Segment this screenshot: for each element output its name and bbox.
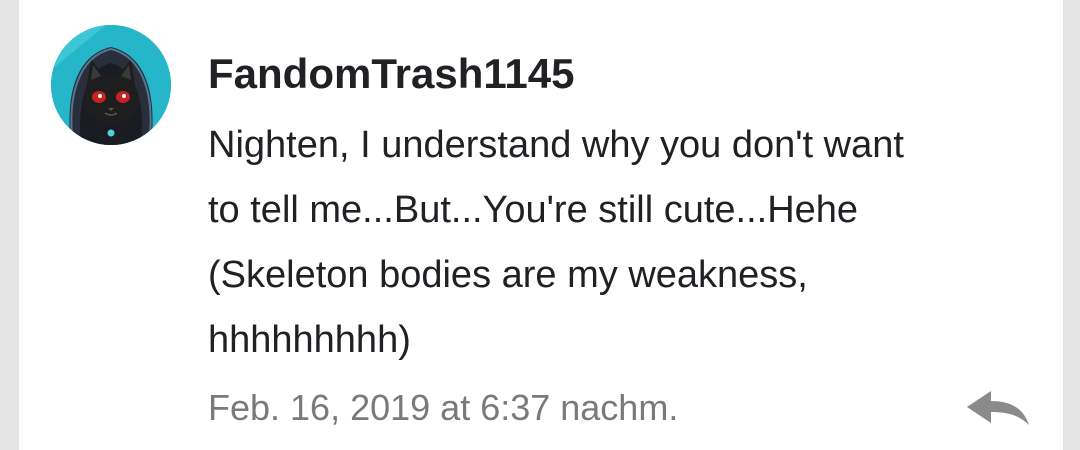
reply-button[interactable] [963, 385, 1033, 433]
black-cat-hood-avatar-icon [51, 25, 171, 145]
avatar[interactable] [51, 25, 171, 145]
comment-card: FandomTrash1145 Nighten, I understand wh… [19, 0, 1063, 450]
comment-text: Nighten, I understand why you don't want… [208, 124, 904, 361]
username[interactable]: FandomTrash1145 [208, 44, 575, 104]
reply-arrow-icon [967, 391, 1029, 425]
timestamp: Feb. 16, 2019 at 6:37 nachm. [208, 387, 679, 428]
